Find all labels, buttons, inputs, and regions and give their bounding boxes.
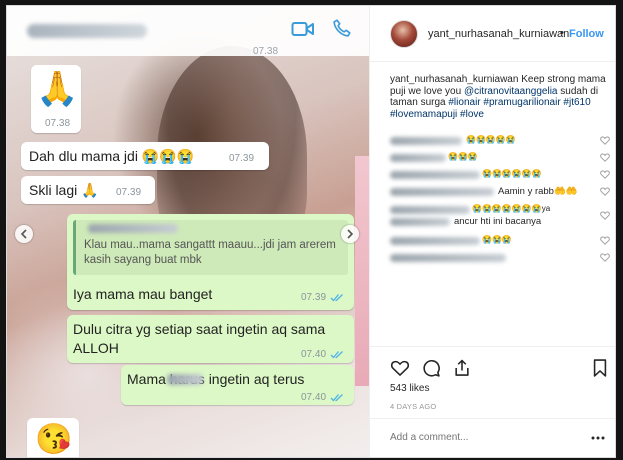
comment-row: 😭😭😭: [390, 235, 600, 247]
comment-like-heart-icon[interactable]: [600, 211, 610, 220]
message-time: 07.39: [301, 292, 327, 303]
blurred-text: [390, 218, 450, 226]
post-header: yant_nurhasanah_kurniawan • Follow: [370, 6, 615, 62]
comment-like-heart-icon[interactable]: [600, 170, 610, 179]
chat-message-incoming: Dah dlu mama jdi 😭😭😭 07.39: [21, 142, 269, 170]
comment-text: 😭😭😭: [448, 152, 478, 161]
blurred-commenter[interactable]: [390, 171, 480, 179]
message-time: 07.39: [229, 153, 255, 164]
chat-message-incoming: Skli lagi 🙏 07.39: [21, 176, 155, 204]
top-message-time: 07.38: [253, 46, 279, 57]
double-check-icon: [330, 394, 343, 402]
message-time: 07.38: [45, 118, 71, 129]
comment-like-heart-icon[interactable]: [600, 136, 610, 145]
post-sidebar: yant_nurhasanah_kurniawan • Follow yant_…: [369, 6, 615, 457]
message-text: Dah dlu mama jdi 😭😭😭: [29, 148, 195, 164]
carousel-prev-button[interactable]: [15, 225, 33, 243]
comment-like-heart-icon[interactable]: [600, 187, 610, 196]
comment-row: 😭😭😭😭😭: [390, 135, 600, 147]
double-check-icon: [330, 351, 343, 359]
quoted-text: Klau mau..mama sangattt maauu...jdi jam …: [84, 239, 336, 266]
heart-icon[interactable]: [390, 358, 410, 378]
action-bar-divider: [370, 346, 615, 347]
comment-text: 😭😭😭😭😭😭: [482, 169, 542, 178]
kiss-emoji: 😘: [35, 423, 73, 456]
comment-text: ancur hti ini bacanya: [454, 216, 542, 227]
separator-dot: •: [560, 27, 564, 39]
likes-count[interactable]: 543 likes: [390, 383, 429, 394]
blurred-quoted-sender: [88, 224, 178, 233]
avatar[interactable]: [390, 20, 418, 48]
carousel-next-button[interactable]: [341, 225, 359, 243]
comment-row: 😭😭😭: [390, 152, 600, 164]
caption-username[interactable]: yant_nurhasanah_kurniawan: [390, 74, 518, 85]
message-text: Mama harus ingetin aq terus: [127, 371, 305, 387]
blurred-contact-name: [27, 24, 147, 38]
chevron-right-icon: [347, 229, 354, 239]
add-comment-input[interactable]: [390, 432, 580, 443]
comment-text: 😭😭😭😭😭😭😭ya: [472, 204, 551, 213]
prayer-emoji-message: 🙏 07.38: [31, 65, 81, 133]
phone-call-icon: [333, 19, 351, 37]
blurred-commenter[interactable]: [390, 137, 462, 145]
kiss-emoji-message: 😘: [27, 418, 79, 457]
comment-like-heart-icon[interactable]: [600, 236, 610, 245]
instagram-post-modal: 07.38 🙏 07.38 Dah dlu mama jdi 😭😭😭 07.39…: [6, 5, 616, 458]
comment-like-heart-icon[interactable]: [600, 253, 610, 262]
bookmark-icon[interactable]: [590, 358, 610, 378]
blurred-commenter[interactable]: [390, 188, 494, 196]
comment-text: Aamin y rabb🤲🤲: [498, 186, 578, 197]
message-text: Iya mama mau banget: [73, 286, 213, 302]
comment-icon[interactable]: [421, 358, 441, 378]
blurred-commenter[interactable]: [390, 206, 470, 214]
blurred-commenter[interactable]: [390, 237, 480, 245]
blurred-comment[interactable]: [390, 254, 506, 262]
comment-row: 😭😭😭😭😭😭: [390, 169, 600, 181]
double-check-icon: [330, 294, 343, 302]
video-call-icon: [291, 22, 314, 36]
follow-button[interactable]: Follow: [569, 28, 604, 40]
blurred-name: [167, 374, 203, 385]
chevron-left-icon: [20, 229, 27, 239]
message-time: 07.39: [116, 187, 142, 198]
caption-mention[interactable]: @citranovitaanggelia: [464, 86, 558, 97]
comment-row: 😭😭😭😭😭😭😭ya ancur hti ini bacanya: [390, 204, 600, 228]
share-icon[interactable]: [452, 358, 472, 378]
prayer-emoji: 🙏: [36, 70, 79, 108]
add-comment-bar: [370, 418, 615, 457]
comment-row: [390, 252, 600, 264]
comment-like-heart-icon[interactable]: [600, 153, 610, 162]
message-text: Skli lagi 🙏: [29, 182, 99, 198]
comment-text: 😭😭😭😭😭: [466, 135, 516, 144]
post-image[interactable]: 07.38 🙏 07.38 Dah dlu mama jdi 😭😭😭 07.39…: [7, 6, 369, 457]
quoted-message: Klau mau..mama sangattt maauu...jdi jam …: [73, 220, 348, 275]
post-username[interactable]: yant_nurhasanah_kurniawan: [428, 28, 569, 40]
more-options-icon[interactable]: [590, 433, 606, 443]
chat-message-outgoing-with-quote: Klau mau..mama sangattt maauu...jdi jam …: [67, 214, 354, 310]
chat-message-outgoing: Mama harus ingetin aq terus 07.40: [121, 365, 354, 405]
comment-row: Aamin y rabb🤲🤲: [390, 186, 600, 198]
message-time: 07.40: [301, 349, 327, 360]
photo-background-accent: [355, 156, 369, 386]
comment-text: 😭😭😭: [482, 235, 512, 244]
blurred-commenter[interactable]: [390, 154, 446, 162]
post-caption: yant_nurhasanah_kurniawan Keep strong ma…: [390, 74, 612, 120]
chat-message-outgoing: Dulu citra yg setiap saat ingetin aq sam…: [67, 315, 354, 363]
message-time: 07.40: [301, 392, 327, 403]
chat-header: 07.38: [7, 6, 369, 57]
post-timestamp: 4 DAYS AGO: [390, 402, 437, 411]
